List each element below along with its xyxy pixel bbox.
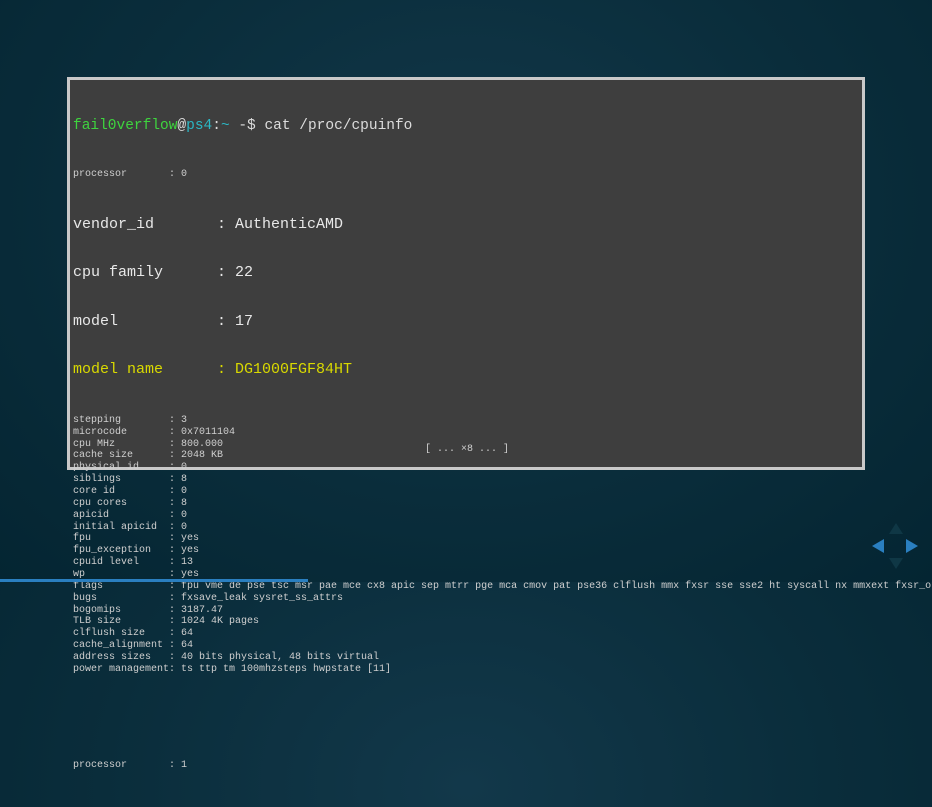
output-line: initial apicid : 0 xyxy=(73,521,188,533)
output-line: processor : 1 xyxy=(73,759,188,771)
shell-prompt: fail0verflow@ps4:~ -$ cat /proc/cpuinfo xyxy=(73,118,932,134)
output-line: bugs : fxsave_leak sysret_ss_attrs xyxy=(73,592,344,604)
prompt-at: @ xyxy=(177,118,187,134)
prompt-symbol: -$ xyxy=(229,118,256,134)
prompt-sep: : xyxy=(212,118,221,134)
output-line: stepping : 3 xyxy=(73,414,188,426)
output-line: bogomips : 3187.47 xyxy=(73,604,224,616)
output-line: processor : 0 xyxy=(73,169,188,180)
output-line: TLB size : 1024 4K pages xyxy=(73,616,260,628)
output-line: cache_alignment : 64 xyxy=(73,640,194,652)
output-line-large: model : 17 xyxy=(73,312,254,330)
output-line: fpu_exception : yes xyxy=(73,545,200,557)
output-line: power management: ts ttp tm 100mhzsteps … xyxy=(73,663,392,675)
prompt-path: ~ xyxy=(220,118,230,134)
output-line: siblings : 8 xyxy=(73,474,188,486)
output-line-highlight: model name : DG1000FGF84HT xyxy=(73,361,353,379)
arrow-right-icon[interactable] xyxy=(906,539,918,553)
arrow-up-icon[interactable] xyxy=(889,523,903,534)
output-line: flags : fpu vme de pse tsc msr pae mce c… xyxy=(73,580,932,592)
output-line-large: vendor_id : AuthenticAMD xyxy=(73,215,344,233)
prompt-command: cat /proc/cpuinfo xyxy=(255,118,413,134)
output-line: apicid : 0 xyxy=(73,509,188,521)
output-line: core id : 0 xyxy=(73,486,188,498)
arrow-left-icon[interactable] xyxy=(872,539,884,553)
output-line: fpu : yes xyxy=(73,533,200,545)
prompt-user: fail0verflow xyxy=(73,118,178,134)
output-line-large: cpu family : 22 xyxy=(73,264,254,282)
truncated-indicator: [ ... ×8 ... ] xyxy=(425,444,510,455)
terminal-window: fail0verflow@ps4:~ -$ cat /proc/cpuinfo … xyxy=(67,77,932,771)
arrow-down-icon[interactable] xyxy=(889,558,903,569)
output-line: address sizes : 40 bits physical, 48 bit… xyxy=(73,652,380,664)
prompt-host: ps4 xyxy=(186,118,213,134)
output-line: physical id : 0 xyxy=(73,462,188,474)
output-line: microcode : 0x7011104 xyxy=(73,426,236,438)
output-line: clflush size : 64 xyxy=(73,628,194,640)
output-line: cpu cores : 8 xyxy=(73,497,188,509)
output-line: cpuid level : 13 xyxy=(73,557,194,569)
